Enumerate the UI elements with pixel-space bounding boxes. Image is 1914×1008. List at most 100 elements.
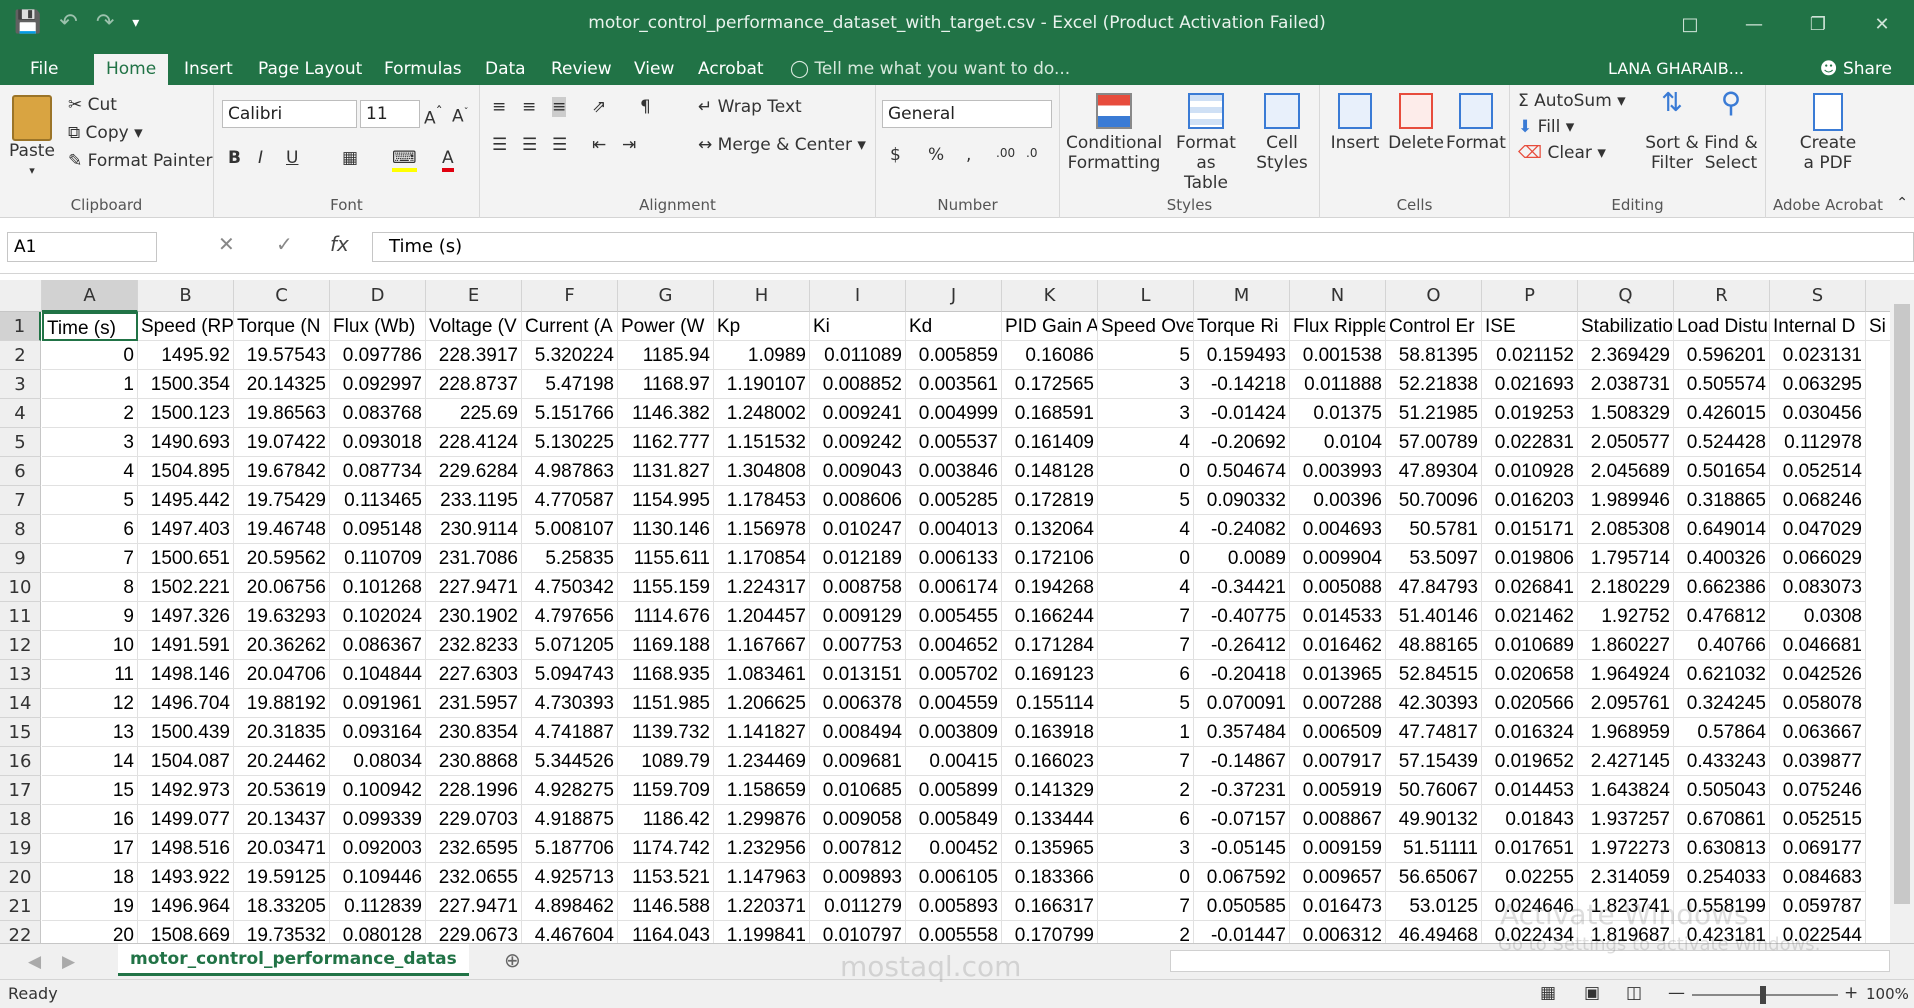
sheet-tab-active[interactable]: motor_control_performance_datas	[118, 944, 469, 976]
header-cell[interactable]: PID Gain A	[1002, 312, 1098, 341]
header-cell[interactable]: Power (W	[618, 312, 714, 341]
data-cell[interactable]: -0.20418	[1194, 660, 1290, 689]
row-header[interactable]: 6	[0, 457, 41, 486]
add-sheet-icon[interactable]: ⊕	[504, 950, 521, 970]
data-cell[interactable]: 1.232956	[714, 834, 810, 863]
data-cell[interactable]: 0.16086	[1002, 341, 1098, 370]
data-cell[interactable]: 48.88165	[1386, 631, 1482, 660]
data-cell[interactable]: 228.1996	[426, 776, 522, 805]
header-cell[interactable]: Flux (Wb)	[330, 312, 426, 341]
data-cell[interactable]: 1.643824	[1578, 776, 1674, 805]
data-cell[interactable]: 0.476812	[1674, 602, 1770, 631]
data-cell[interactable]: 0.070091	[1194, 689, 1290, 718]
data-cell[interactable]: 1.795714	[1578, 544, 1674, 573]
data-cell[interactable]: 0.019806	[1482, 544, 1578, 573]
data-cell[interactable]: 0.102024	[330, 602, 426, 631]
vertical-scrollbar[interactable]	[1890, 280, 1914, 943]
data-cell[interactable]: 6	[1098, 660, 1194, 689]
data-cell[interactable]: 0.004652	[906, 631, 1002, 660]
data-cell[interactable]: 0.005537	[906, 428, 1002, 457]
row-header[interactable]: 3	[0, 370, 41, 399]
data-cell[interactable]: 229.0673	[426, 921, 522, 943]
data-cell[interactable]: 1.199841	[714, 921, 810, 943]
column-header[interactable]: O	[1386, 280, 1482, 312]
data-cell[interactable]: 0.059787	[1770, 892, 1866, 921]
data-cell[interactable]: 53.0125	[1386, 892, 1482, 921]
data-cell[interactable]: 19.75429	[234, 486, 330, 515]
data-cell[interactable]: 0.007753	[810, 631, 906, 660]
data-cell[interactable]: 0.400326	[1674, 544, 1770, 573]
column-header[interactable]: G	[618, 280, 714, 312]
data-cell[interactable]: 0.318865	[1674, 486, 1770, 515]
data-cell[interactable]: 56.65067	[1386, 863, 1482, 892]
data-cell[interactable]: 0.621032	[1674, 660, 1770, 689]
data-cell[interactable]: 0.005558	[906, 921, 1002, 943]
data-cell[interactable]: -0.24082	[1194, 515, 1290, 544]
column-header[interactable]: H	[714, 280, 810, 312]
data-cell[interactable]: 0.01375	[1290, 399, 1386, 428]
data-cell[interactable]: 0.003846	[906, 457, 1002, 486]
data-cell[interactable]: 52.84515	[1386, 660, 1482, 689]
row-header[interactable]: 10	[0, 573, 41, 602]
data-cell[interactable]: 42.30393	[1386, 689, 1482, 718]
data-cell[interactable]: 0.015171	[1482, 515, 1578, 544]
data-cell[interactable]: 0.010685	[810, 776, 906, 805]
share-button[interactable]: ☻ Share	[1820, 54, 1892, 84]
worksheet-grid[interactable]: A B C D E F G H I J K L M N O P Q R S 1 Time (s) Speed (RP Tor…	[0, 280, 1890, 943]
data-cell[interactable]: 4	[1098, 428, 1194, 457]
data-cell[interactable]: 0.155114	[1002, 689, 1098, 718]
data-cell[interactable]: 1.206625	[714, 689, 810, 718]
data-cell[interactable]: 0.004693	[1290, 515, 1386, 544]
data-cell[interactable]: 0.091961	[330, 689, 426, 718]
data-cell[interactable]: 1502.221	[138, 573, 234, 602]
data-cell[interactable]: 0.148128	[1002, 457, 1098, 486]
data-cell[interactable]: 1159.709	[618, 776, 714, 805]
row-header[interactable]: 22	[0, 921, 41, 943]
data-cell[interactable]: -0.01424	[1194, 399, 1290, 428]
data-cell[interactable]: 19.46748	[234, 515, 330, 544]
select-all-corner[interactable]	[0, 280, 42, 312]
header-cell[interactable]: Current (A	[522, 312, 618, 341]
data-cell[interactable]: 0.030456	[1770, 399, 1866, 428]
data-cell[interactable]: 1130.146	[618, 515, 714, 544]
data-cell[interactable]: 0.649014	[1674, 515, 1770, 544]
prev-sheet-icon[interactable]: ◀	[28, 952, 41, 972]
data-cell[interactable]: 0.005919	[1290, 776, 1386, 805]
data-cell[interactable]: 19.67842	[234, 457, 330, 486]
data-cell[interactable]: 0.524428	[1674, 428, 1770, 457]
data-cell[interactable]: 0.005893	[906, 892, 1002, 921]
data-cell[interactable]: 1162.777	[618, 428, 714, 457]
data-cell[interactable]: 0.00452	[906, 834, 1002, 863]
data-cell[interactable]: 1146.588	[618, 892, 714, 921]
data-cell[interactable]: 19.73532	[234, 921, 330, 943]
data-cell[interactable]: 228.3917	[426, 341, 522, 370]
data-cell[interactable]: 231.7086	[426, 544, 522, 573]
data-cell[interactable]: 0.097786	[330, 341, 426, 370]
data-cell[interactable]: 1155.159	[618, 573, 714, 602]
font-name-select[interactable]: Calibri	[222, 100, 357, 128]
row-header[interactable]: 11	[0, 602, 41, 631]
data-cell[interactable]: 0.001538	[1290, 341, 1386, 370]
data-cell[interactable]: 0.052514	[1770, 457, 1866, 486]
data-cell[interactable]: 0.090332	[1194, 486, 1290, 515]
data-cell[interactable]: 1.304808	[714, 457, 810, 486]
data-cell[interactable]: 0.016324	[1482, 718, 1578, 747]
data-cell[interactable]: 227.9471	[426, 573, 522, 602]
data-cell[interactable]: -0.37231	[1194, 776, 1290, 805]
data-cell[interactable]: 1.156978	[714, 515, 810, 544]
data-cell[interactable]: 0.013965	[1290, 660, 1386, 689]
header-cell[interactable]: ISE	[1482, 312, 1578, 341]
data-cell[interactable]: 2.050577	[1578, 428, 1674, 457]
data-cell[interactable]: 19.07422	[234, 428, 330, 457]
user-name[interactable]: LANA GHARAIB...	[1608, 54, 1744, 84]
row-header[interactable]: 13	[0, 660, 41, 689]
normal-view-icon[interactable]: ▦	[1540, 983, 1556, 1003]
header-cell[interactable]: Speed Ove	[1098, 312, 1194, 341]
data-cell[interactable]: 47.74817	[1386, 718, 1482, 747]
data-cell[interactable]: 0.068246	[1770, 486, 1866, 515]
data-cell[interactable]: 5.47198	[522, 370, 618, 399]
data-cell[interactable]: 0.093018	[330, 428, 426, 457]
data-cell[interactable]: 1.141827	[714, 718, 810, 747]
data-cell[interactable]: 7	[42, 544, 138, 573]
data-cell[interactable]: 1.989946	[1578, 486, 1674, 515]
